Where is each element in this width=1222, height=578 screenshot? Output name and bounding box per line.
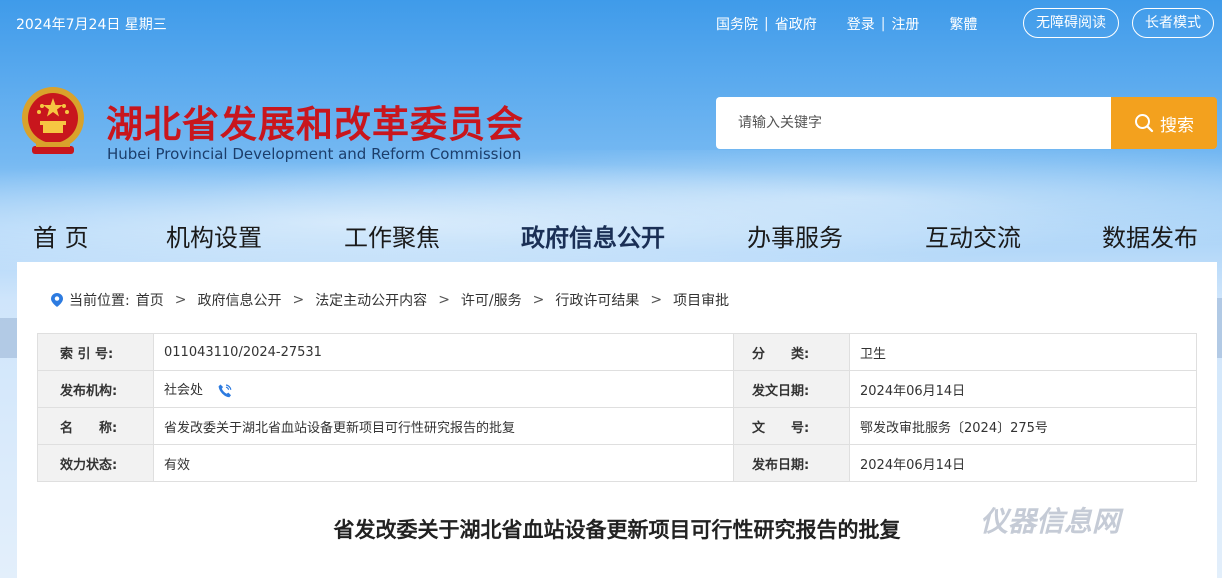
divider: | xyxy=(764,16,769,32)
national-emblem-icon xyxy=(22,87,84,154)
nav-interaction[interactable]: 互动交流 xyxy=(925,218,1021,253)
current-date: 2024年7月24日 星期三 xyxy=(16,17,167,33)
nav-home[interactable]: 首 页 xyxy=(33,218,89,253)
link-state-council[interactable]: 国务院 xyxy=(716,14,758,34)
category-label: 分 类: xyxy=(733,333,850,371)
index-value: 011043110/2024-27531 xyxy=(153,333,734,371)
location-pin-icon xyxy=(51,293,63,307)
site-subtitle: Hubei Provincial Development and Reform … xyxy=(107,145,522,163)
traditional-chinese-link[interactable]: 繁體 xyxy=(949,14,977,34)
search-button-label: 搜索 xyxy=(1160,115,1194,136)
top-bar: 2024年7月24日 星期三 国务院 | 省政府 登录 | 注册 繁體 无障碍阅… xyxy=(0,0,1222,46)
search-icon xyxy=(1135,114,1154,133)
doc-number-value: 鄂发改审批服务〔2024〕275号 xyxy=(849,407,1197,445)
breadcrumb-home[interactable]: 首页 xyxy=(136,290,164,310)
issue-date-label: 发文日期: xyxy=(733,370,850,408)
table-row: 名 称: 省发改委关于湖北省血站设备更新项目可行性研究报告的批复 文 号: 鄂发… xyxy=(37,407,1197,445)
index-label: 索 引 号: xyxy=(37,333,154,371)
breadcrumb-statutory[interactable]: 法定主动公开内容 xyxy=(315,290,427,310)
nav-work-focus[interactable]: 工作聚焦 xyxy=(344,218,440,253)
search-input[interactable] xyxy=(716,97,1114,149)
phone-icon[interactable] xyxy=(217,383,233,399)
breadcrumb-project-approval[interactable]: 项目审批 xyxy=(673,290,729,310)
accessibility-button[interactable]: 无障碍阅读 xyxy=(1023,8,1119,38)
breadcrumb-license[interactable]: 许可/服务 xyxy=(461,290,522,310)
nav-gov-info-disclosure[interactable]: 政府信息公开 xyxy=(521,218,665,253)
doc-number-label: 文 号: xyxy=(733,407,850,445)
publisher-value: 社会处 xyxy=(164,383,204,399)
watermark-logo: 仪器信息网 xyxy=(980,505,1121,538)
site-title[interactable]: 湖北省发展和改革委员会 xyxy=(106,94,524,148)
status-label: 效力状态: xyxy=(37,444,154,482)
breadcrumb-gov-info[interactable]: 政府信息公开 xyxy=(197,290,281,310)
table-row: 索 引 号: 011043110/2024-27531 分 类: 卫生 xyxy=(37,333,1197,371)
divider: | xyxy=(880,16,886,32)
document-meta-table: 索 引 号: 011043110/2024-27531 分 类: 卫生 发布机构… xyxy=(37,333,1197,482)
publisher-label: 发布机构: xyxy=(37,370,154,408)
login-link[interactable]: 登录 xyxy=(847,14,875,34)
elder-mode-button[interactable]: 长者模式 xyxy=(1132,8,1214,38)
publish-date-value: 2024年06月14日 xyxy=(849,444,1197,482)
table-row: 发布机构: 社会处 发文日期: 2024年06月14日 xyxy=(37,370,1197,408)
register-link[interactable]: 注册 xyxy=(891,14,919,34)
table-row: 效力状态: 有效 发布日期: 2024年06月14日 xyxy=(37,444,1197,482)
search-button[interactable]: 搜索 xyxy=(1111,97,1217,149)
publish-date-label: 发布日期: xyxy=(733,444,850,482)
publisher-cell: 社会处 xyxy=(153,370,734,408)
nav-organization[interactable]: 机构设置 xyxy=(166,218,262,253)
name-label: 名 称: xyxy=(37,407,154,445)
breadcrumb-prefix: 当前位置: xyxy=(69,293,130,309)
main-nav: 首 页 机构设置 工作聚焦 政府信息公开 办事服务 互动交流 数据发布 xyxy=(0,212,1222,258)
name-value: 省发改委关于湖北省血站设备更新项目可行性研究报告的批复 xyxy=(153,407,734,445)
breadcrumb-admin-result[interactable]: 行政许可结果 xyxy=(555,290,639,310)
status-value: 有效 xyxy=(153,444,734,482)
nav-data-release[interactable]: 数据发布 xyxy=(1102,218,1198,253)
nav-services[interactable]: 办事服务 xyxy=(747,218,843,253)
top-links: 国务院 | 省政府 登录 | 注册 繁體 xyxy=(716,14,977,34)
link-provincial-gov[interactable]: 省政府 xyxy=(775,14,817,34)
breadcrumb: 当前位置: 首页 > 政府信息公开 > 法定主动公开内容 > 许可/服务 > 行… xyxy=(51,290,729,310)
issue-date-value: 2024年06月14日 xyxy=(849,370,1197,408)
category-value: 卫生 xyxy=(849,333,1197,371)
